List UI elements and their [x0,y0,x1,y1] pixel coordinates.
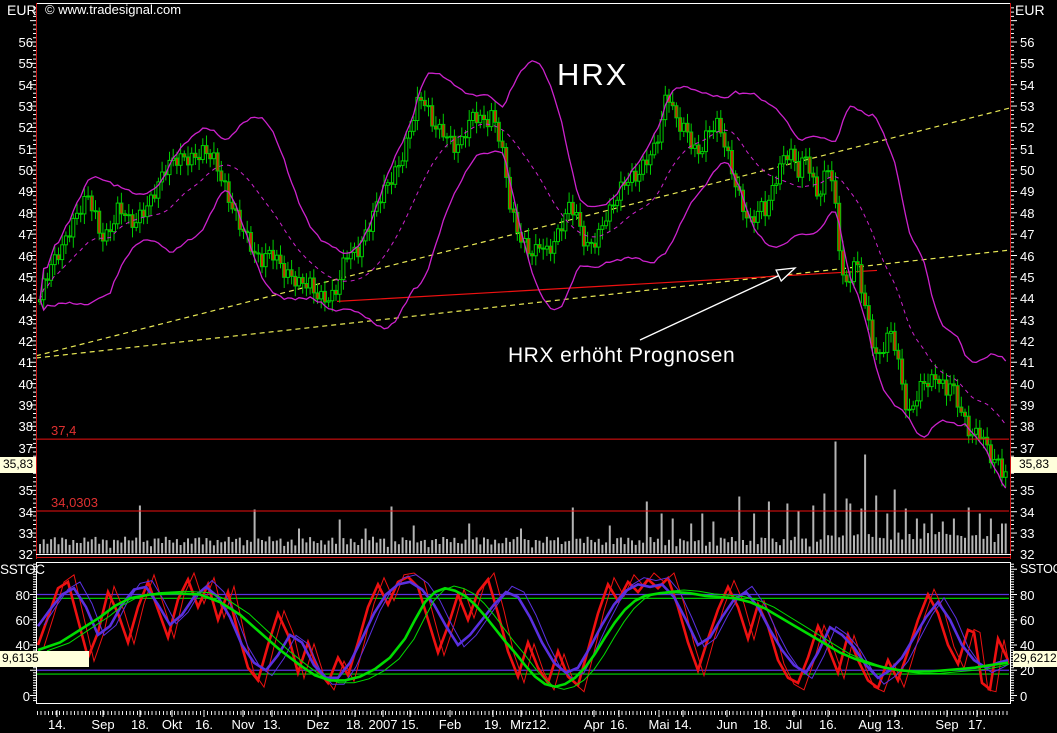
stoch-tick-label-left: 60 [2,614,30,627]
price-tick-label-right: 53 [1020,100,1034,113]
price-tick-label-right: 43 [1020,314,1034,327]
price-tick-label-left: 41 [2,356,33,369]
price-tick-label-right: 42 [1020,335,1034,348]
price-tick-label-left: 46 [2,250,33,263]
currency-label-right: EUR [1015,2,1045,18]
price-tick-label-left: 35 [2,484,33,497]
price-tick-label-left: 50 [2,164,33,177]
date-label: 16. [819,717,837,732]
date-label: Feb [439,717,461,732]
date-label: Mrz [510,717,532,732]
stoch-tick-label-right: 0 [1020,690,1027,703]
price-tick-label-right: 33 [1020,527,1034,540]
stoch-tick-label-left: 0 [2,690,30,703]
date-label: Aug [858,717,881,732]
price-panel-bottom-line [36,554,1011,555]
price-tick-label-left: 32 [2,548,33,561]
stoch-panel-label-right: SSTOC [1020,562,1057,576]
price-tick-label-right: 41 [1020,356,1034,369]
price-tick-label-right: 55 [1020,57,1034,70]
date-label: 17. [968,717,986,732]
date-label: 2007 [369,717,398,732]
price-tick-label-left: 45 [2,271,33,284]
price-tick-label-left: 54 [2,79,33,92]
price-tick-label-right: 44 [1020,292,1034,305]
date-label: 14. [48,717,66,732]
price-tick-label-right: 39 [1020,399,1034,412]
date-label: Jun [717,717,738,732]
date-label: 12. [532,717,550,732]
date-label: 13. [886,717,904,732]
price-tick-label-right: 40 [1020,378,1034,391]
date-label: 15. [401,717,419,732]
date-label: 14. [674,717,692,732]
price-tick-label-left: 42 [2,335,33,348]
date-label: Apr [584,717,604,732]
price-tick-label-left: 37 [2,442,33,455]
stoch-value-box-right: 29,6212 [1013,651,1057,667]
price-tick-label-left: 39 [2,399,33,412]
date-label: Mai [649,717,670,732]
price-tick-label-left: 34 [2,506,33,519]
price-tick-label-right: 38 [1020,420,1034,433]
price-panel-red-border [36,557,1011,558]
date-label: 19. [484,717,502,732]
date-label: Dez [306,717,329,732]
stoch-tick-label-left: 80 [2,589,30,602]
price-tick-label-right: 34 [1020,506,1034,519]
price-tick-label-left: 48 [2,207,33,220]
price-tick-label-left: 56 [2,36,33,49]
price-tick-label-right: 48 [1020,207,1034,220]
price-tick-label-left: 51 [2,143,33,156]
date-label: 18. [346,717,364,732]
price-tick-label-right: 47 [1020,228,1034,241]
date-label: 16. [195,717,213,732]
price-tick-label-right: 54 [1020,79,1034,92]
date-label: Nov [231,717,254,732]
date-label: 13. [263,717,281,732]
last-price-box-left: 35,83 [0,457,36,473]
price-tick-label-left: 40 [2,378,33,391]
price-tick-label-right: 52 [1020,121,1034,134]
last-price-box-right: 35,83 [1011,457,1057,473]
price-tick-label-left: 44 [2,292,33,305]
price-tick-label-left: 47 [2,228,33,241]
date-label: Okt [162,717,182,732]
price-tick-label-right: 56 [1020,36,1034,49]
right-axis-spine [1010,3,1011,559]
stoch-tick-label-right: 80 [1020,589,1034,602]
date-label: Sep [91,717,114,732]
currency-label-left: EUR [7,2,37,18]
date-label: Sep [935,717,958,732]
price-tick-label-left: 38 [2,420,33,433]
price-tick-label-left: 55 [2,57,33,70]
stochastic-plot-area[interactable] [37,563,1009,702]
price-tick-label-right: 32 [1020,548,1034,561]
price-tick-label-right: 46 [1020,250,1034,263]
date-label: 18. [131,717,149,732]
date-label: Jul [786,717,803,732]
price-tick-label-left: 43 [2,314,33,327]
date-label: 16. [610,717,628,732]
price-tick-label-left: 49 [2,185,33,198]
stoch-tick-label-right: 60 [1020,614,1034,627]
price-chart-plot-area[interactable] [37,4,1009,554]
price-tick-label-left: 52 [2,121,33,134]
price-tick-label-right: 45 [1020,271,1034,284]
date-axis-ticks [37,711,1010,715]
tradesignal-chart-window: EUR © www.tradesignal.com EUR HRX HRX er… [0,0,1057,733]
date-label: 18. [753,717,771,732]
price-tick-label-left: 33 [2,527,33,540]
price-tick-label-right: 49 [1020,185,1034,198]
price-tick-label-right: 51 [1020,143,1034,156]
price-tick-label-right: 35 [1020,484,1034,497]
price-tick-label-right: 50 [1020,164,1034,177]
price-tick-label-left: 53 [2,100,33,113]
price-tick-label-right: 37 [1020,442,1034,455]
